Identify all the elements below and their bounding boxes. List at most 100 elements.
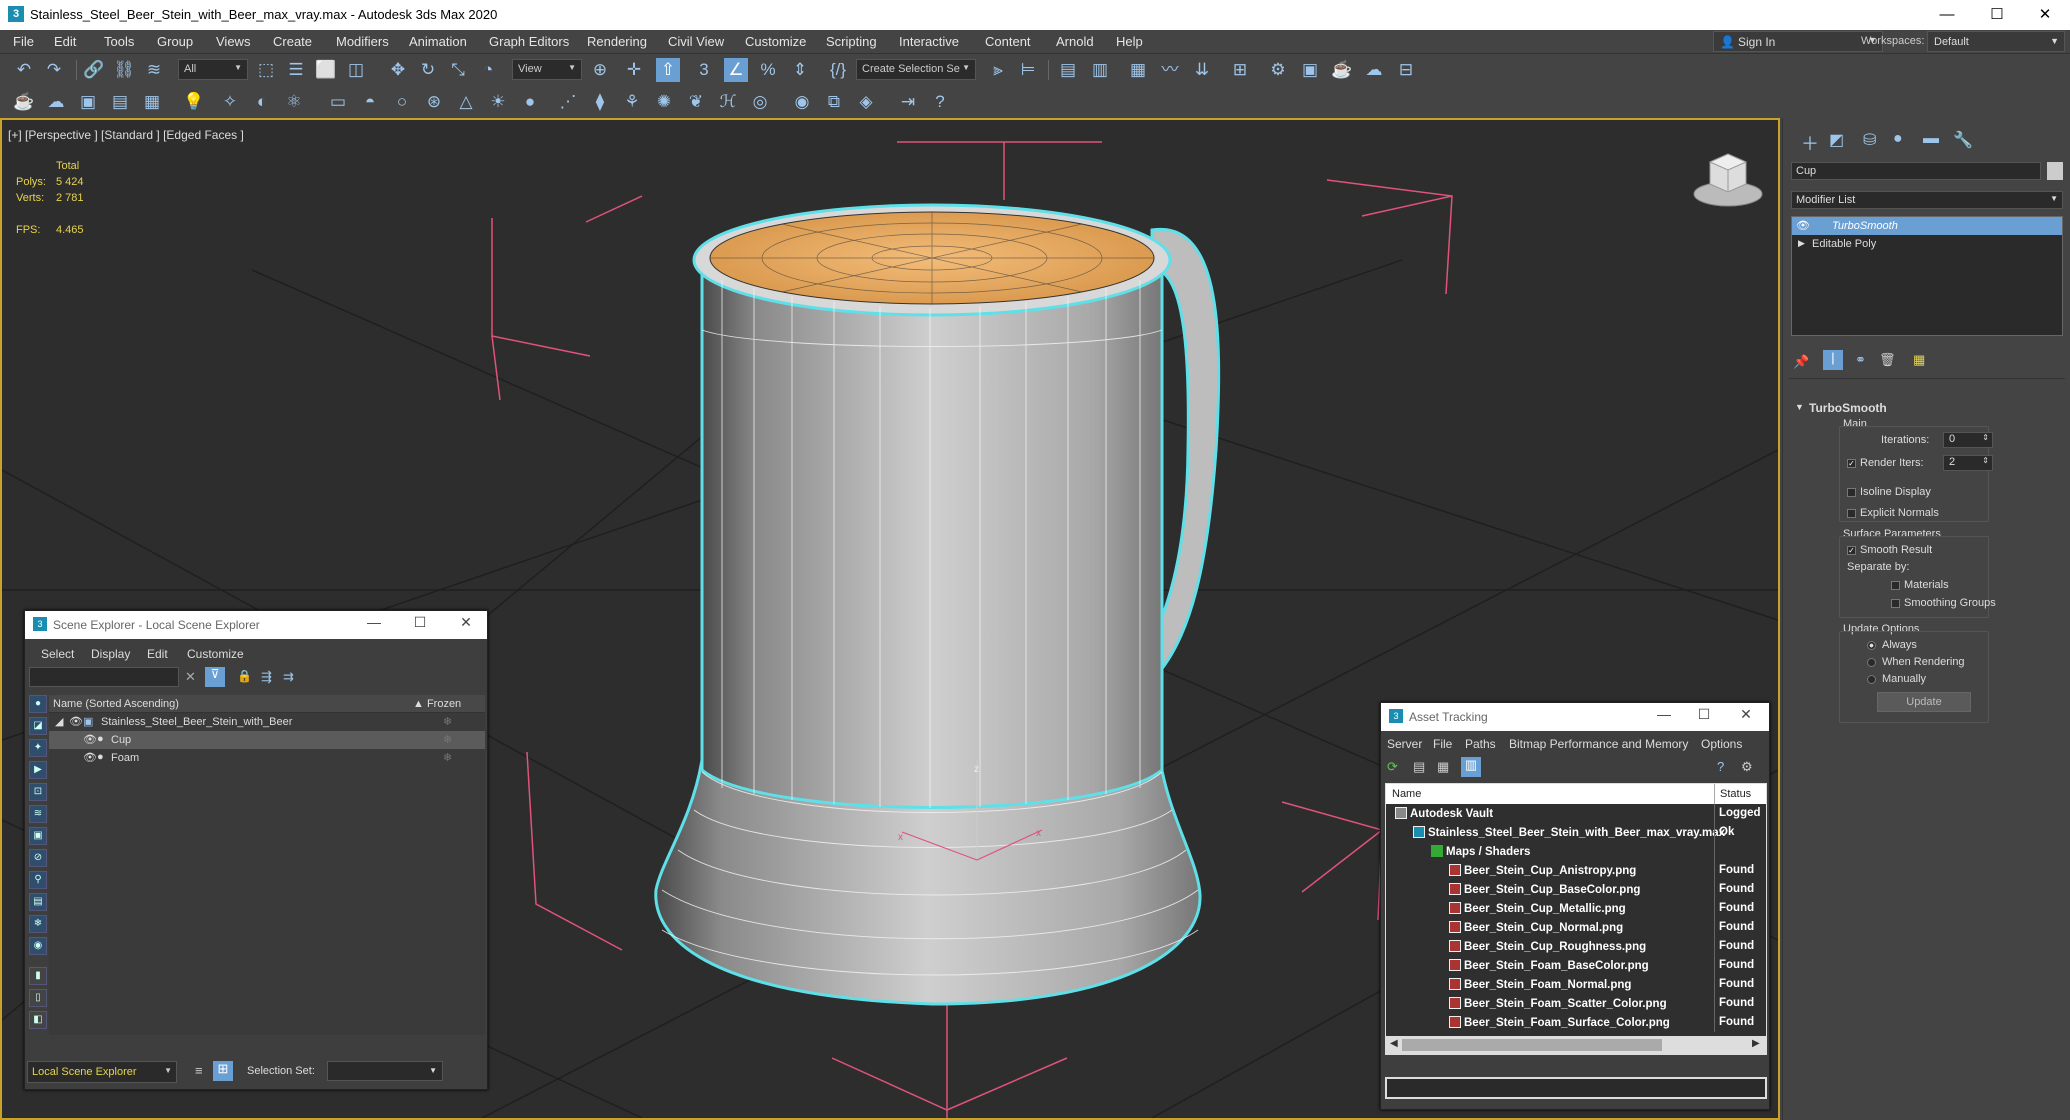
- display-helpers-icon[interactable]: ⊡: [29, 783, 47, 801]
- menu-create[interactable]: Create: [273, 34, 312, 49]
- se-menu-customize[interactable]: Customize: [187, 647, 244, 661]
- object-color-swatch[interactable]: [2047, 162, 2063, 180]
- manually-radio[interactable]: Manually: [1867, 673, 1926, 685]
- asset-row[interactable]: Beer_Stein_Foam_Surface_Color.png Found: [1387, 1013, 1767, 1032]
- isoline-checkbox[interactable]: Isoline Display: [1847, 486, 1931, 498]
- modify-tab-icon[interactable]: ◩: [1829, 130, 1851, 152]
- render-iterative-icon[interactable]: ☁: [1362, 58, 1386, 82]
- asset-row[interactable]: Beer_Stein_Cup_Normal.png Found: [1387, 918, 1767, 937]
- modifier-list-dropdown[interactable]: Modifier List ▼: [1791, 191, 2063, 209]
- maximize-button[interactable]: ☐: [1689, 706, 1719, 723]
- light-icon[interactable]: 💡: [182, 90, 206, 114]
- asset-row[interactable]: Beer_Stein_Cup_Metallic.png Found: [1387, 899, 1767, 918]
- minimize-button[interactable]: —: [1649, 706, 1679, 722]
- unlink-icon[interactable]: ⛓: [112, 58, 136, 82]
- asset-row[interactable]: Beer_Stein_Foam_Normal.png Found: [1387, 975, 1767, 994]
- move-icon[interactable]: ✥: [386, 58, 410, 82]
- redo-icon[interactable]: ↷: [42, 58, 66, 82]
- menu-customize[interactable]: Customize: [745, 34, 806, 49]
- link-icon[interactable]: 🔗: [82, 58, 106, 82]
- menu-tools[interactable]: Tools: [104, 34, 134, 49]
- vfb-icon[interactable]: ⧉: [822, 90, 846, 114]
- asset-row[interactable]: Beer_Stein_Foam_BaseColor.png Found: [1387, 956, 1767, 975]
- se-menu-edit[interactable]: Edit: [147, 647, 168, 661]
- asset-tracking-header[interactable]: 3 Asset Tracking — ☐ ✕: [1381, 703, 1769, 731]
- bind-spacewarp-icon[interactable]: ≋: [142, 58, 166, 82]
- sphere-light-icon[interactable]: ○: [390, 90, 414, 114]
- explorer-type-dropdown[interactable]: Local Scene Explorer ▼: [27, 1061, 177, 1083]
- col-frozen-header[interactable]: ▲ Frozen: [413, 698, 461, 710]
- settings-icon[interactable]: ⚙: [1741, 759, 1753, 775]
- minimize-button[interactable]: —: [1924, 0, 1970, 30]
- table-view-icon[interactable]: ▥: [1461, 757, 1481, 777]
- eye-icon[interactable]: 👁: [69, 715, 83, 728]
- material-sphere-icon[interactable]: ◉: [790, 90, 814, 114]
- named-selection-icon[interactable]: {/}: [826, 58, 850, 82]
- eye-icon[interactable]: 👁: [83, 733, 97, 746]
- iterations-spinner[interactable]: 0 ⇕: [1943, 432, 1993, 448]
- toggle-scene-explorer-icon[interactable]: ▤: [1056, 58, 1080, 82]
- explicit-normals-checkbox[interactable]: Explicit Normals: [1847, 507, 1939, 519]
- pin-stack-icon[interactable]: 📌: [1793, 354, 1809, 370]
- hierarchy-icon[interactable]: ⇶: [261, 669, 272, 685]
- dome-light-icon[interactable]: ◐: [250, 90, 274, 114]
- display-tab-icon[interactable]: ▬: [1923, 130, 1939, 148]
- scene-explorer-header[interactable]: 3 Scene Explorer - Local Scene Explorer …: [25, 611, 487, 639]
- scroll-left-icon[interactable]: ◀: [1390, 1038, 1398, 1049]
- at-menu-bitmap-performance[interactable]: Bitmap Performance and Memory: [1509, 737, 1688, 751]
- display-spacewarps-icon[interactable]: ≋: [29, 805, 47, 823]
- tree-row-cup[interactable]: 👁 ● Cup ❄: [49, 731, 485, 749]
- align-icon[interactable]: ⊨: [1016, 58, 1040, 82]
- menu-edit[interactable]: Edit: [54, 34, 76, 49]
- at-menu-file[interactable]: File: [1433, 737, 1452, 751]
- select-manipulate-icon[interactable]: ✛: [622, 58, 646, 82]
- path-field[interactable]: [1385, 1077, 1767, 1099]
- display-containers-icon[interactable]: ▤: [29, 893, 47, 911]
- keyboard-shortcut-toggle-icon[interactable]: ⇧: [656, 58, 680, 82]
- eye-icon[interactable]: 👁: [1796, 219, 1810, 232]
- smooth-result-checkbox[interactable]: ✓ Smooth Result: [1847, 544, 1932, 556]
- search-input[interactable]: [29, 667, 179, 687]
- snowflake-icon[interactable]: ❄: [443, 733, 452, 746]
- material-editor-icon[interactable]: ⊞: [1228, 58, 1252, 82]
- asset-row[interactable]: Beer_Stein_Cup_Roughness.png Found: [1387, 937, 1767, 956]
- help-icon[interactable]: ?: [928, 90, 952, 114]
- display-lights-icon[interactable]: ✦: [29, 739, 47, 757]
- display-geometry-icon[interactable]: ●: [29, 695, 47, 713]
- se-menu-select[interactable]: Select: [41, 647, 74, 661]
- spinner-snap-icon[interactable]: ⇕: [788, 58, 812, 82]
- display-groups-icon[interactable]: ▣: [29, 827, 47, 845]
- toggle-layer-explorer-icon[interactable]: ▥: [1088, 58, 1112, 82]
- perspective-viewport[interactable]: [+] [Perspective ] [Standard ] [Edged Fa…: [0, 118, 1780, 1120]
- menu-graph-editors[interactable]: Graph Editors: [489, 34, 569, 49]
- asset-row[interactable]: Stainless_Steel_Beer_Stein_with_Beer_max…: [1387, 823, 1767, 842]
- hierarchy-tab-icon[interactable]: ⛁: [1863, 130, 1876, 150]
- rotate-icon[interactable]: ↻: [416, 58, 440, 82]
- asset-row[interactable]: Beer_Stein_Cup_Anistropy.png Found: [1387, 861, 1767, 880]
- menu-modifiers[interactable]: Modifiers: [336, 34, 389, 49]
- rect-selection-icon[interactable]: ⬜: [314, 58, 338, 82]
- make-unique-icon[interactable]: ⚭: [1855, 352, 1866, 368]
- table-icon[interactable]: ▤: [108, 90, 132, 114]
- smoothing-groups-checkbox[interactable]: Smoothing Groups: [1891, 597, 1996, 609]
- curve-editor-icon[interactable]: 〰: [1158, 58, 1182, 82]
- motion-tab-icon[interactable]: ●: [1893, 130, 1903, 148]
- se-menu-display[interactable]: Display: [91, 647, 130, 661]
- thumbnail-view-icon[interactable]: ▦: [1437, 759, 1449, 775]
- menu-scripting[interactable]: Scripting: [826, 34, 877, 49]
- undo-icon[interactable]: ↶: [12, 58, 36, 82]
- render-iters-checkbox[interactable]: ✓ Render Iters:: [1847, 457, 1924, 469]
- snowflake-icon[interactable]: ❄: [443, 751, 452, 764]
- scroll-right-icon[interactable]: ▶: [1752, 1038, 1760, 1049]
- cloud-icon[interactable]: ☁: [44, 90, 68, 114]
- at-menu-options[interactable]: Options: [1701, 737, 1742, 751]
- configure-modifier-sets-icon[interactable]: ▦: [1913, 352, 1925, 368]
- show-end-result-icon[interactable]: |: [1823, 350, 1843, 370]
- refresh-icon[interactable]: ⟳: [1387, 759, 1398, 775]
- display-hidden-icon[interactable]: ◉: [29, 937, 47, 955]
- filter-icon[interactable]: ⊽: [205, 667, 225, 687]
- display-frozen-icon[interactable]: ❄: [29, 915, 47, 933]
- stein-body[interactable]: [700, 258, 1164, 809]
- select-by-name-icon[interactable]: ☰: [284, 58, 308, 82]
- menu-rendering[interactable]: Rendering: [587, 34, 647, 49]
